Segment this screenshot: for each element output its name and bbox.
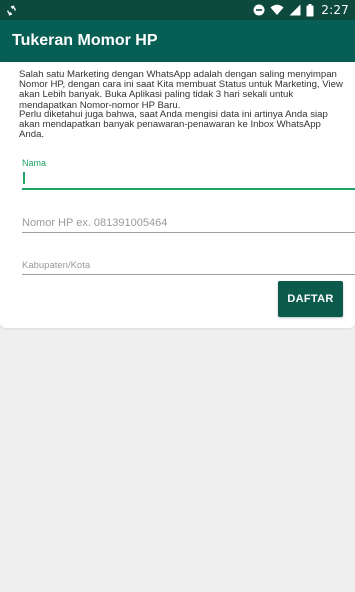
app-bar: Tukeran Momor HP: [0, 20, 355, 62]
app-title: Tukeran Momor HP: [12, 32, 158, 49]
signal-icon: [289, 4, 301, 16]
city-field-placeholder: Kabupaten/Kota: [22, 260, 91, 271]
city-field-underline: [22, 274, 355, 275]
battery-icon: [306, 3, 314, 17]
name-field-label: Nama: [22, 158, 47, 168]
sync-icon: [6, 4, 17, 16]
registration-card: Salah satu Marketing dengan WhatsApp ada…: [0, 62, 355, 328]
do-not-disturb-icon: [253, 4, 265, 16]
status-bar: 2:27: [0, 0, 355, 20]
description-paragraph-1: Salah satu Marketing dengan WhatsApp ada…: [19, 69, 343, 111]
phone-field-underline: [22, 232, 355, 233]
phone-field-placeholder: Nomor HP ex. 081391005464: [22, 217, 168, 229]
phone-field[interactable]: Nomor HP ex. 081391005464: [22, 212, 355, 234]
daftar-button[interactable]: DAFTAR: [278, 281, 343, 317]
text-cursor: [23, 172, 25, 184]
name-field-underline: [22, 188, 355, 190]
wifi-icon: [270, 4, 284, 16]
name-field[interactable]: Nama: [22, 158, 355, 190]
status-time: 2:27: [321, 3, 349, 17]
city-field[interactable]: Kabupaten/Kota: [22, 256, 355, 276]
description-paragraph-2: Perlu diketahui juga bahwa, saat Anda me…: [19, 109, 328, 141]
